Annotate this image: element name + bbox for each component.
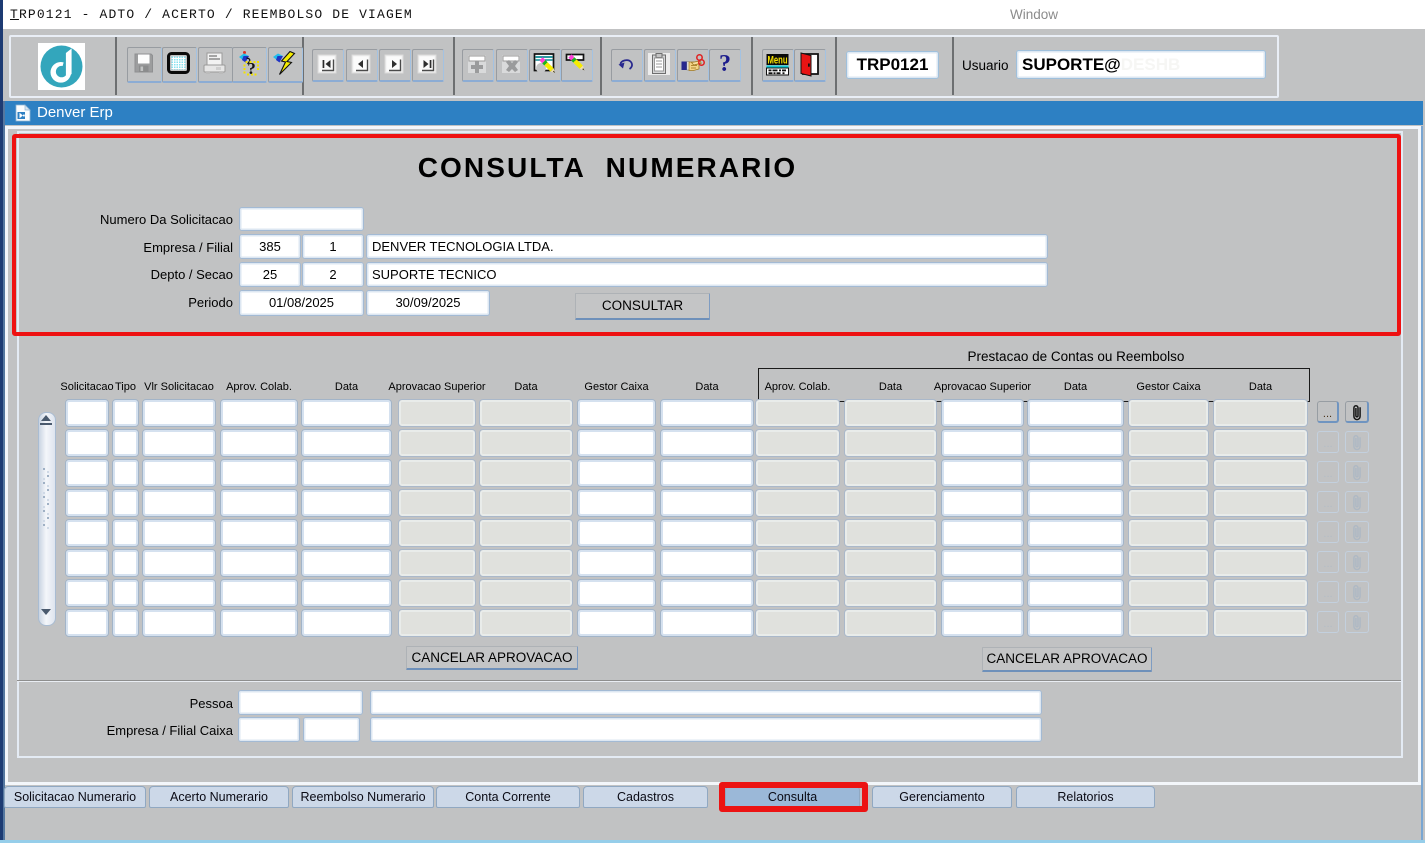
svg-text:Menu: Menu	[768, 55, 788, 67]
svg-text:?: ?	[247, 59, 256, 78]
